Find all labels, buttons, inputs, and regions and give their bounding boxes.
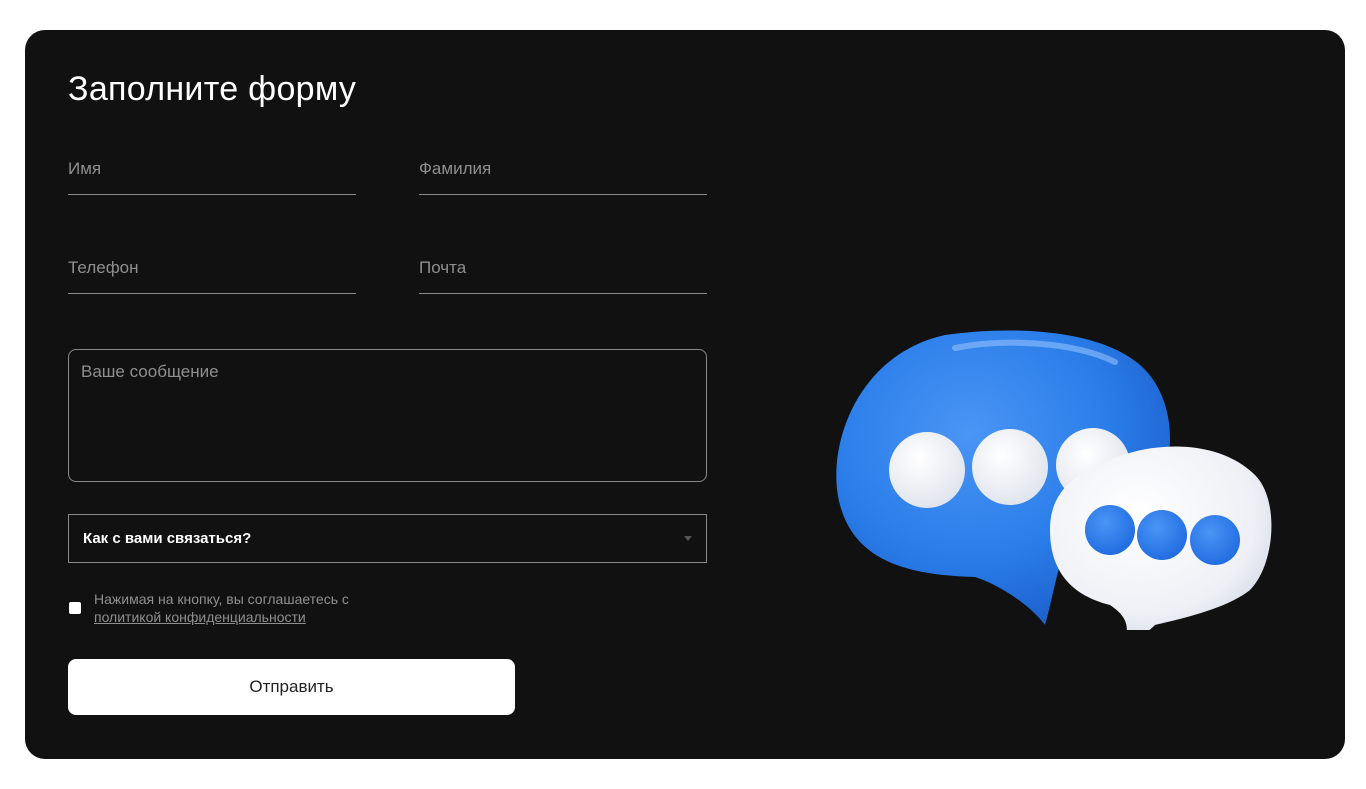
message-field — [68, 349, 707, 482]
chevron-down-icon — [684, 536, 692, 541]
consent-text: Нажимая на кнопку, вы соглашаетесь с — [94, 591, 349, 607]
last-name-field — [419, 149, 707, 195]
consent-text-block: Нажимая на кнопку, вы соглашаетесь с пол… — [94, 590, 349, 626]
chat-bubbles-icon — [836, 330, 1272, 630]
form-card: Заполните форму Как с вами связаться? На… — [25, 30, 1345, 759]
privacy-policy-link[interactable]: политикой конфиденциальности — [94, 608, 349, 626]
message-textarea[interactable] — [69, 350, 706, 481]
last-name-input[interactable] — [419, 149, 707, 194]
consent-row: Нажимая на кнопку, вы соглашаетесь с пол… — [69, 590, 349, 626]
first-name-input[interactable] — [68, 149, 356, 194]
contact-method-select[interactable]: Как с вами связаться? — [68, 514, 707, 563]
email-input[interactable] — [419, 248, 707, 293]
email-field — [419, 248, 707, 294]
submit-button[interactable]: Отправить — [68, 659, 515, 715]
phone-field — [68, 248, 356, 294]
contact-method-label: Как с вами связаться? — [83, 530, 252, 547]
consent-checkbox[interactable] — [69, 602, 81, 614]
form-title: Заполните форму — [68, 70, 357, 108]
first-name-field — [68, 149, 356, 195]
phone-input[interactable] — [68, 248, 356, 293]
